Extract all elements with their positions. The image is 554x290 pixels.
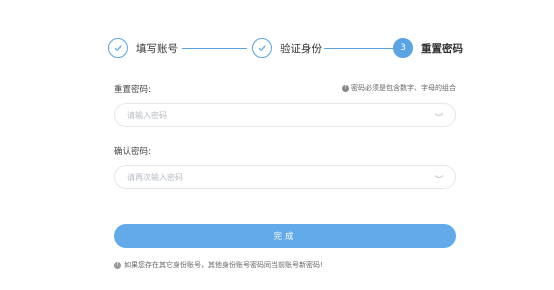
password-hint: ! 密码必须是包含数字、字母的组合 bbox=[342, 83, 456, 93]
confirm-password-field[interactable] bbox=[114, 165, 456, 189]
eye-closed-icon[interactable] bbox=[433, 111, 445, 119]
step-number-badge: 3 bbox=[393, 38, 413, 58]
password-input[interactable] bbox=[125, 109, 433, 121]
password-label: 重置密码: bbox=[114, 85, 151, 95]
footer-note: ! 如果您存在其它身份账号，其他身份账号密码同当前账号新密码! bbox=[114, 260, 323, 270]
step-reset-password: 3 重置密码 bbox=[393, 37, 463, 59]
password-hint-text: 密码必须是包含数字、字母的组合 bbox=[351, 84, 456, 92]
footer-note-text: 如果您存在其它身份账号，其他身份账号密码同当前账号新密码! bbox=[124, 261, 323, 269]
submit-button[interactable]: 完成 bbox=[114, 224, 456, 248]
step-label: 验证身份 bbox=[280, 42, 322, 55]
password-field[interactable] bbox=[114, 103, 456, 127]
step-label: 重置密码 bbox=[421, 42, 463, 55]
check-icon bbox=[252, 38, 272, 58]
step-connector bbox=[182, 47, 247, 49]
step-fill-account: 填写账号 bbox=[108, 37, 178, 59]
confirm-password-input[interactable] bbox=[125, 171, 433, 183]
step-connector bbox=[324, 47, 393, 49]
confirm-password-label: 确认密码: bbox=[114, 147, 151, 157]
info-icon: ! bbox=[342, 84, 349, 92]
step-verify-identity: 验证身份 bbox=[252, 37, 322, 59]
progress-stepper: 填写账号 验证身份 3 重置密码 bbox=[108, 37, 480, 59]
check-icon bbox=[108, 38, 128, 58]
step-label: 填写账号 bbox=[136, 42, 178, 55]
eye-closed-icon[interactable] bbox=[433, 173, 445, 181]
info-icon: ! bbox=[114, 261, 121, 269]
